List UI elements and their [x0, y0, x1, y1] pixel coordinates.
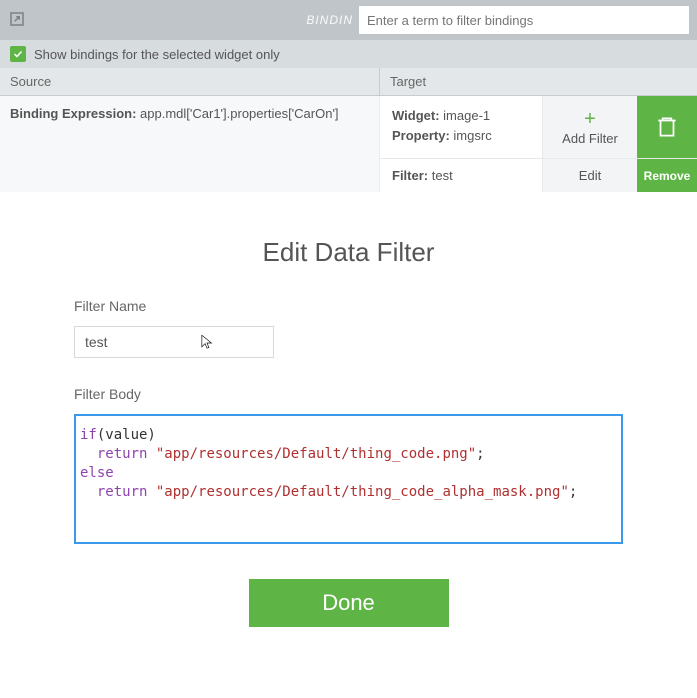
edit-label: Edit	[579, 168, 601, 183]
code-str1: "app/resources/Default/thing_code.png"	[156, 446, 476, 462]
plus-icon: +	[584, 109, 596, 129]
target-header: Target	[380, 68, 697, 95]
trash-icon	[654, 114, 680, 140]
edit-filter-modal: Edit Data Filter Filter Name Filter Body…	[4, 212, 693, 662]
binding-row: Binding Expression: app.mdl['Car1'].prop…	[0, 96, 697, 192]
filter-body-label: Filter Body	[74, 386, 623, 402]
add-filter-button[interactable]: + Add Filter	[542, 96, 637, 158]
done-button[interactable]: Done	[249, 579, 449, 627]
target-property-value: imgsrc	[453, 128, 491, 143]
code-kw-return2: return	[97, 484, 148, 500]
target-cell: Widget: image-1 Property: imgsrc + Add F…	[380, 96, 697, 192]
target-info: Widget: image-1 Property: imgsrc	[380, 96, 542, 158]
filter-name-label: Filter Name	[74, 298, 623, 314]
code-kw-else: else	[80, 465, 114, 481]
code-str2: "app/resources/Default/thing_code_alpha_…	[156, 484, 569, 500]
bindings-filter-input[interactable]	[359, 6, 689, 34]
modal-title: Edit Data Filter	[74, 237, 623, 268]
binding-expression-value: app.mdl['Car1'].properties['CarOn']	[140, 106, 339, 121]
columns-header: Source Target	[0, 68, 697, 96]
target-widget-key: Widget:	[392, 108, 440, 123]
source-cell: Binding Expression: app.mdl['Car1'].prop…	[0, 96, 380, 192]
remove-filter-button[interactable]: Remove	[637, 159, 697, 192]
edit-filter-button[interactable]: Edit	[542, 159, 637, 192]
target-property-key: Property:	[392, 128, 450, 143]
selected-widget-only-row[interactable]: Show bindings for the selected widget on…	[0, 40, 697, 68]
checkbox-checked-icon[interactable]	[10, 46, 26, 62]
binding-expression-key: Binding Expression:	[10, 106, 136, 121]
filter-row: Filter: test	[380, 159, 542, 192]
top-bar: BINDIN	[0, 0, 697, 40]
filter-key: Filter:	[392, 168, 428, 183]
filter-body-editor[interactable]: if(value) return "app/resources/Default/…	[74, 414, 623, 544]
code-kw-if: if	[80, 427, 97, 443]
target-widget-value: image-1	[443, 108, 490, 123]
modal-backdrop: Edit Data Filter Filter Name Filter Body…	[0, 192, 697, 682]
filter-value: test	[432, 168, 453, 183]
code-kw-return1: return	[97, 446, 148, 462]
bindings-heading: BINDIN	[306, 13, 359, 27]
remove-label: Remove	[644, 169, 691, 183]
source-header: Source	[0, 68, 380, 95]
code-cond: (value)	[97, 427, 156, 443]
delete-binding-button[interactable]	[637, 96, 697, 158]
done-label: Done	[322, 590, 375, 615]
popout-icon[interactable]	[8, 10, 26, 31]
checkbox-label: Show bindings for the selected widget on…	[34, 47, 280, 62]
add-filter-label: Add Filter	[562, 131, 618, 146]
filter-name-input[interactable]	[74, 326, 274, 358]
